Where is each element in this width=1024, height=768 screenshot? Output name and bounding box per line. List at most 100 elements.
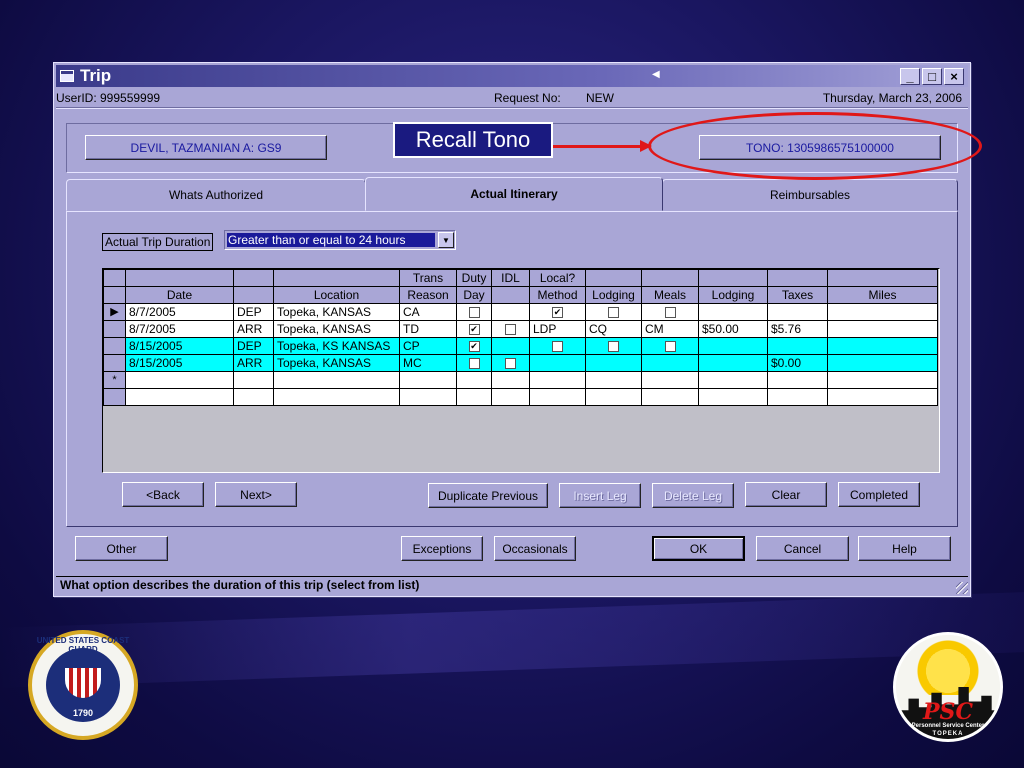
cell-lodging-amt[interactable]: $50.00 — [698, 320, 768, 338]
cell-type[interactable] — [233, 371, 274, 389]
empty-cell[interactable] — [491, 388, 530, 406]
cell-location[interactable] — [273, 371, 400, 389]
checkbox[interactable] — [505, 357, 516, 369]
cell-duty[interactable] — [456, 371, 492, 389]
cell-location[interactable]: Topeka, KANSAS — [273, 354, 400, 372]
empty-cell[interactable] — [125, 388, 234, 406]
cell-reason[interactable]: CA — [399, 303, 457, 321]
clear-button[interactable]: Clear — [745, 482, 827, 507]
cell-miles[interactable] — [827, 371, 938, 389]
checkbox[interactable] — [505, 323, 516, 335]
checkbox[interactable] — [608, 306, 619, 318]
tab-actual-itinerary[interactable]: Actual Itinerary — [365, 177, 663, 211]
cell-lodging-amt[interactable] — [698, 337, 768, 355]
table-row[interactable]: 8/15/2005 DEP Topeka, KS KANSAS CP ✔ — [103, 337, 938, 355]
ok-button[interactable]: OK — [652, 536, 745, 561]
cell-idl[interactable] — [491, 320, 530, 338]
cell-date[interactable]: 8/15/2005 — [125, 337, 234, 355]
cell-method[interactable] — [529, 371, 586, 389]
cell-duty[interactable] — [456, 303, 492, 321]
checkbox[interactable] — [468, 357, 480, 369]
cell-method[interactable]: ✔ — [529, 303, 586, 321]
table-row[interactable]: 8/7/2005 ARR Topeka, KANSAS TD ✔ LDP CQ CM $50.0… — [103, 320, 938, 338]
cell-lodging-chk[interactable] — [585, 303, 642, 321]
table-row[interactable] — [103, 388, 938, 406]
cell-meals[interactable] — [641, 371, 699, 389]
checkbox[interactable]: ✔ — [468, 340, 480, 352]
tab-reimbursables[interactable]: Reimbursables — [662, 179, 958, 211]
itinerary-grid[interactable]: Trans Duty IDL Local? Date Location Reason Day M… — [102, 268, 940, 473]
cell-meals[interactable]: CM — [641, 320, 699, 338]
cell-lodging-amt[interactable] — [698, 303, 768, 321]
checkbox[interactable] — [608, 340, 619, 352]
cell-idl[interactable] — [491, 337, 530, 355]
checkbox[interactable]: ✔ — [468, 323, 480, 335]
delete-leg-button[interactable]: Delete Leg — [652, 483, 734, 508]
cell-location[interactable]: Topeka, KANSAS — [273, 320, 400, 338]
checkbox[interactable]: ✔ — [552, 306, 563, 318]
minimize-button[interactable]: _ — [900, 68, 920, 85]
table-row[interactable]: * — [103, 371, 938, 389]
cell-taxes[interactable]: $5.76 — [767, 320, 828, 338]
tab-whats-authorized[interactable]: Whats Authorized — [66, 179, 366, 211]
cell-type[interactable]: DEP — [233, 337, 274, 355]
cell-type[interactable]: DEP — [233, 303, 274, 321]
cell-meals[interactable] — [641, 354, 699, 372]
cell-idl[interactable] — [491, 354, 530, 372]
cell-meals[interactable] — [641, 337, 699, 355]
member-button[interactable]: DEVIL, TAZMANIAN A: GS9 — [85, 135, 327, 160]
completed-button[interactable]: Completed — [838, 482, 920, 507]
empty-cell[interactable] — [529, 388, 586, 406]
checkbox[interactable] — [664, 306, 676, 318]
cell-lodging-chk[interactable] — [585, 337, 642, 355]
row-selector[interactable]: ▶ — [103, 303, 126, 321]
cell-taxes[interactable]: $0.00 — [767, 354, 828, 372]
resize-grip-icon[interactable] — [956, 582, 968, 594]
empty-cell[interactable] — [233, 388, 274, 406]
empty-cell[interactable] — [641, 388, 699, 406]
cell-duty[interactable]: ✔ — [456, 320, 492, 338]
checkbox[interactable] — [664, 340, 676, 352]
cell-reason[interactable]: MC — [399, 354, 457, 372]
cell-miles[interactable] — [827, 303, 938, 321]
occasionals-button[interactable]: Occasionals — [494, 536, 576, 561]
cell-date[interactable]: 8/7/2005 — [125, 303, 234, 321]
cell-reason[interactable]: CP — [399, 337, 457, 355]
cell-taxes[interactable] — [767, 303, 828, 321]
cell-reason[interactable]: TD — [399, 320, 457, 338]
cell-date[interactable]: 8/15/2005 — [125, 354, 234, 372]
title-bar[interactable]: Trip ◀ _ □ × — [56, 65, 968, 87]
row-selector[interactable] — [103, 337, 126, 355]
help-button[interactable]: Help — [858, 536, 951, 561]
row-selector[interactable]: * — [103, 371, 126, 389]
chevron-down-icon[interactable]: ▼ — [438, 232, 454, 248]
cell-miles[interactable] — [827, 337, 938, 355]
cell-method[interactable] — [529, 337, 586, 355]
row-selector[interactable] — [103, 354, 126, 372]
cancel-button[interactable]: Cancel — [756, 536, 849, 561]
next-button[interactable]: Next> — [215, 482, 297, 507]
empty-cell[interactable] — [827, 388, 938, 406]
maximize-button[interactable]: □ — [922, 68, 942, 85]
cell-idl[interactable] — [491, 303, 530, 321]
duration-select[interactable]: Greater than or equal to 24 hours ▼ — [224, 230, 456, 250]
cell-location[interactable]: Topeka, KANSAS — [273, 303, 400, 321]
back-button[interactable]: <Back — [122, 482, 204, 507]
duration-selected-value[interactable]: Greater than or equal to 24 hours — [227, 233, 435, 247]
close-button[interactable]: × — [944, 68, 964, 85]
checkbox[interactable] — [468, 306, 480, 318]
checkbox[interactable] — [552, 340, 563, 352]
cell-idl[interactable] — [491, 371, 530, 389]
cell-lodging-amt[interactable] — [698, 354, 768, 372]
table-row[interactable]: ▶ 8/7/2005 DEP Topeka, KANSAS CA ✔ — [103, 303, 938, 321]
cell-taxes[interactable] — [767, 371, 828, 389]
empty-cell[interactable] — [456, 388, 492, 406]
cell-lodging-chk[interactable]: CQ — [585, 320, 642, 338]
empty-cell[interactable] — [399, 388, 457, 406]
cell-method[interactable] — [529, 354, 586, 372]
cell-date[interactable]: 8/7/2005 — [125, 320, 234, 338]
cell-lodging-amt[interactable] — [698, 371, 768, 389]
empty-cell[interactable] — [698, 388, 768, 406]
cell-meals[interactable] — [641, 303, 699, 321]
cell-lodging-chk[interactable] — [585, 371, 642, 389]
